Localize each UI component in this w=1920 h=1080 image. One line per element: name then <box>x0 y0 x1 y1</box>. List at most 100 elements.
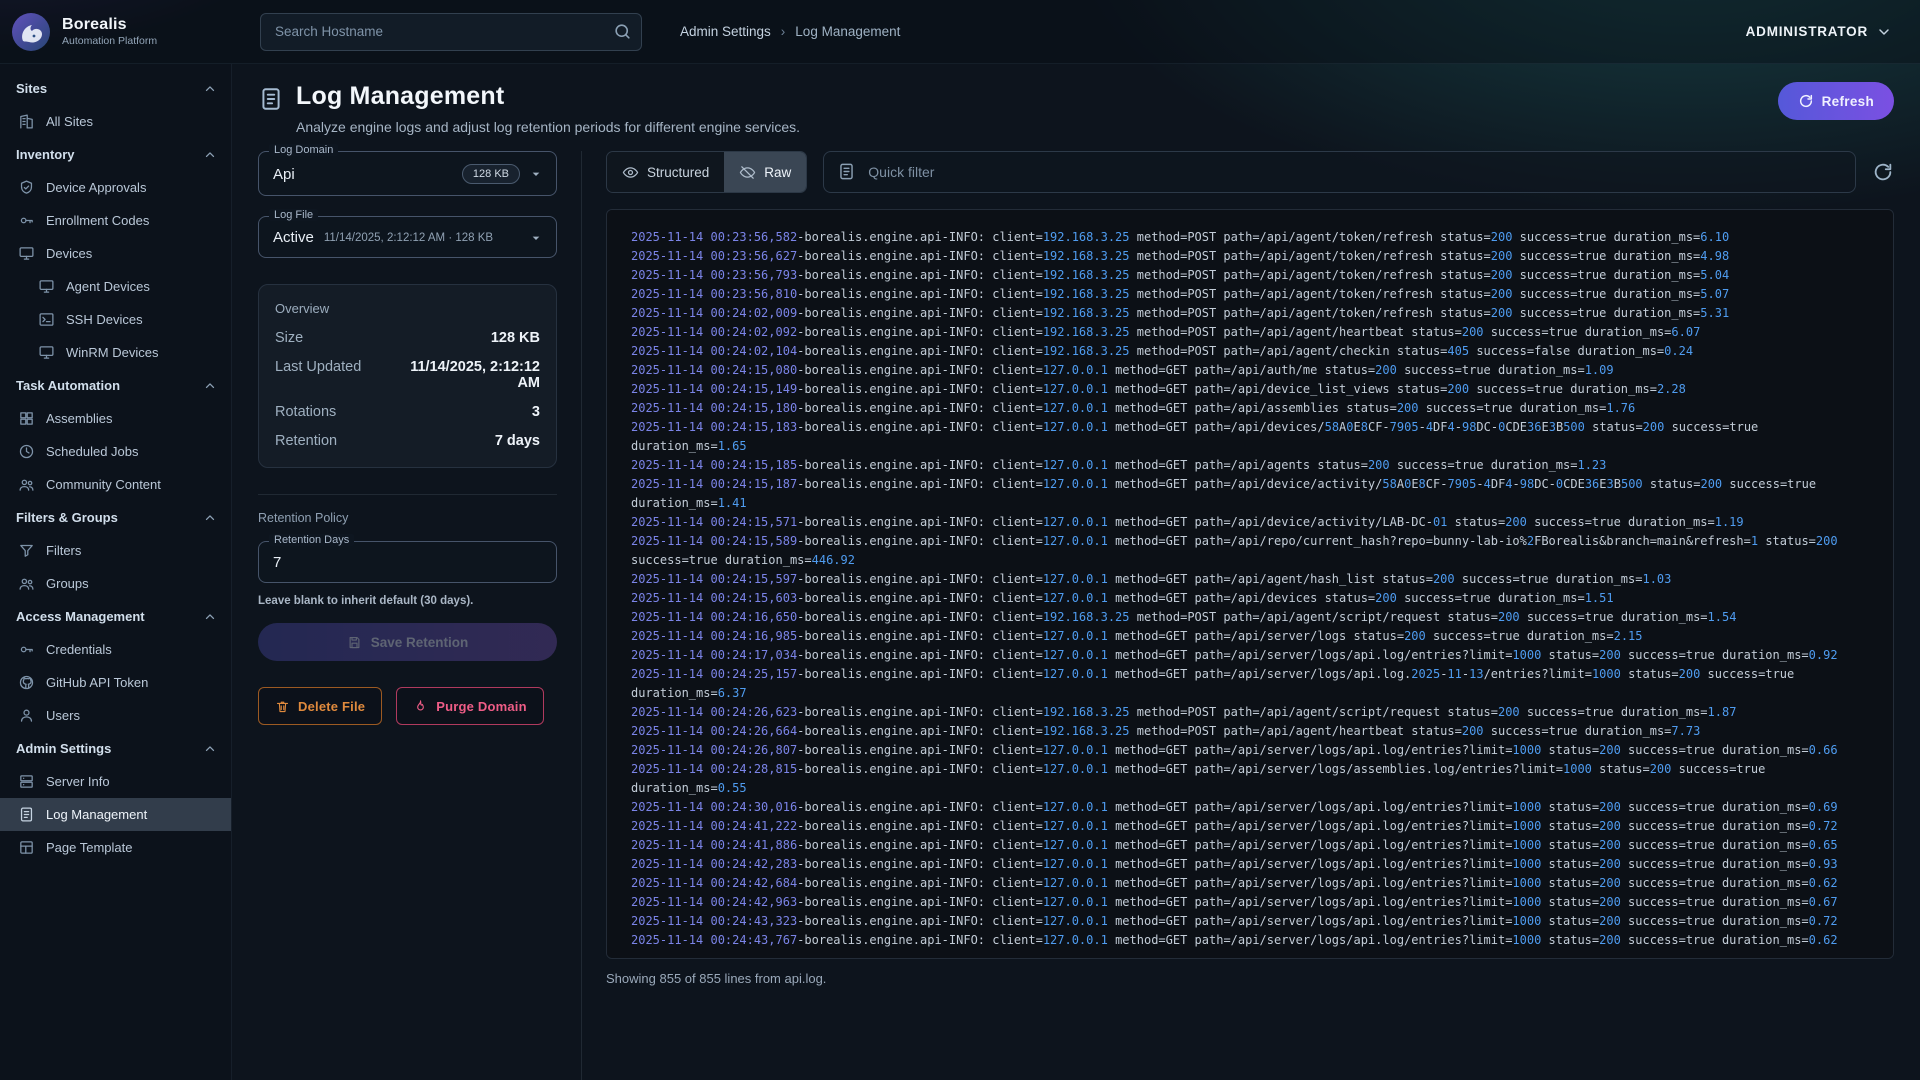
sidebar-item-label: Agent Devices <box>66 279 150 294</box>
log-line: 2025-11-14 00:24:15,185-borealis.engine.… <box>631 456 1869 475</box>
structured-view-toggle[interactable]: Structured <box>607 152 724 192</box>
sidebar-item-devices[interactable]: Devices <box>0 237 231 270</box>
sidebar-item-server-info[interactable]: Server Info <box>0 765 231 798</box>
log-line: 2025-11-14 00:24:41,222-borealis.engine.… <box>631 817 1869 836</box>
overview-label: Retention <box>275 433 337 449</box>
breadcrumb-log-management[interactable]: Log Management <box>795 24 900 39</box>
sidebar-item-label: Groups <box>46 576 89 591</box>
quick-filter-icon <box>837 162 856 181</box>
sidebar: SitesAll SitesInventory Device Approvals E… <box>0 64 232 1080</box>
trash-icon <box>275 699 290 714</box>
sidebar-item-label: Credentials <box>46 642 112 657</box>
sidebar-item-label: Log Management <box>46 807 147 822</box>
quick-filter-input[interactable] <box>823 151 1856 193</box>
sidebar-item-label: Server Info <box>46 774 110 789</box>
sidebar-item-label: Device Approvals <box>46 180 146 195</box>
sidebar-item-ssh-devices[interactable]: SSH Devices <box>0 303 231 336</box>
terminal-icon <box>38 311 55 328</box>
log-line: 2025-11-14 00:24:02,092-borealis.engine.… <box>631 323 1869 342</box>
log-file-icon <box>258 86 284 112</box>
user-menu[interactable]: ADMINISTRATOR <box>1746 24 1892 40</box>
eye-off-icon <box>739 164 756 181</box>
purge-domain-label: Purge Domain <box>436 699 527 714</box>
log-file-select[interactable]: Log File Active 11/14/2025, 2:12:12 AM ·… <box>258 216 557 258</box>
flame-icon <box>413 699 428 714</box>
grid-icon <box>18 410 35 427</box>
sidebar-item-label: Scheduled Jobs <box>46 444 139 459</box>
delete-file-label: Delete File <box>298 699 365 714</box>
user-menu-label: ADMINISTRATOR <box>1746 24 1868 39</box>
sidebar-item-enrollment-codes[interactable]: Enrollment Codes <box>0 204 231 237</box>
retention-days-field: Retention Days <box>258 541 557 583</box>
chevron-up-icon <box>203 379 217 393</box>
log-line: 2025-11-14 00:24:15,180-borealis.engine.… <box>631 399 1869 418</box>
monitor-icon <box>38 344 55 361</box>
monitor-icon <box>38 278 55 295</box>
sidebar-section-filters-groups[interactable]: Filters & Groups <box>0 501 231 534</box>
sidebar-item-log-management[interactable]: Log Management <box>0 798 231 831</box>
refresh-label: Refresh <box>1822 94 1874 109</box>
log-line: 2025-11-14 00:24:43,323-borealis.engine.… <box>631 912 1869 931</box>
overview-value: 11/14/2025, 2:12:12 AM <box>394 359 540 391</box>
log-domain-value: Api <box>273 166 295 183</box>
page-header-text: Log Management Analyze engine logs and a… <box>296 82 800 135</box>
save-retention-button[interactable]: Save Retention <box>258 623 557 661</box>
refresh-button[interactable]: Refresh <box>1778 82 1894 120</box>
sidebar-item-groups[interactable]: Groups <box>0 567 231 600</box>
log-line: 2025-11-14 00:24:15,571-borealis.engine.… <box>631 513 1869 532</box>
log-line: 2025-11-14 00:24:02,104-borealis.engine.… <box>631 342 1869 361</box>
raw-label: Raw <box>764 165 791 180</box>
sidebar-item-agent-devices[interactable]: Agent Devices <box>0 270 231 303</box>
log-line: 2025-11-14 00:23:56,793-borealis.engine.… <box>631 266 1869 285</box>
chevron-down-icon <box>1876 24 1892 40</box>
save-retention-label: Save Retention <box>371 635 469 650</box>
retention-days-input[interactable] <box>273 554 544 571</box>
log-line: 2025-11-14 00:24:15,183-borealis.engine.… <box>631 418 1869 456</box>
breadcrumb-admin-settings[interactable]: Admin Settings <box>680 24 771 39</box>
raw-view-toggle[interactable]: Raw <box>724 152 806 192</box>
log-line: 2025-11-14 00:24:42,684-borealis.engine.… <box>631 874 1869 893</box>
chevron-up-icon <box>203 82 217 96</box>
overview-label: Rotations <box>275 404 336 420</box>
log-line: 2025-11-14 00:24:15,149-borealis.engine.… <box>631 380 1869 399</box>
sidebar-item-device-approvals[interactable]: Device Approvals <box>0 171 231 204</box>
sidebar-item-assemblies[interactable]: Assemblies <box>0 402 231 435</box>
purge-domain-button[interactable]: Purge Domain <box>396 687 544 725</box>
panel-divider <box>258 494 557 495</box>
sidebar-item-label: Filters <box>46 543 81 558</box>
sidebar-item-page-template[interactable]: Page Template <box>0 831 231 864</box>
sidebar-section-inventory[interactable]: Inventory <box>0 138 231 171</box>
log-domain-select[interactable]: Log Domain Api 128 KB <box>258 151 557 196</box>
sidebar-item-winrm-devices[interactable]: WinRM Devices <box>0 336 231 369</box>
log-output[interactable]: 2025-11-14 00:23:56,582-borealis.engine.… <box>606 209 1894 959</box>
people-icon <box>18 575 35 592</box>
sidebar-section-sites[interactable]: Sites <box>0 72 231 105</box>
server-icon <box>18 773 35 790</box>
log-line: 2025-11-14 00:24:16,650-borealis.engine.… <box>631 608 1869 627</box>
clock-icon <box>18 443 35 460</box>
log-line: 2025-11-14 00:24:15,080-borealis.engine.… <box>631 361 1869 380</box>
search-input[interactable] <box>260 13 642 51</box>
sidebar-item-scheduled-jobs[interactable]: Scheduled Jobs <box>0 435 231 468</box>
brand[interactable]: Borealis Automation Platform <box>10 11 232 53</box>
sidebar-item-all-sites[interactable]: All Sites <box>0 105 231 138</box>
sidebar-item-credentials[interactable]: Credentials <box>0 633 231 666</box>
log-line: 2025-11-14 00:24:15,187-borealis.engine.… <box>631 475 1869 513</box>
delete-file-button[interactable]: Delete File <box>258 687 382 725</box>
log-domain-size-badge: 128 KB <box>462 164 520 184</box>
main-content: Log Management Analyze engine logs and a… <box>232 64 1920 1080</box>
sidebar-item-github-api-token[interactable]: GitHub API Token <box>0 666 231 699</box>
sidebar-section-admin-settings[interactable]: Admin Settings <box>0 732 231 765</box>
log-line: 2025-11-14 00:24:43,767-borealis.engine.… <box>631 931 1869 950</box>
chevron-up-icon <box>203 742 217 756</box>
sidebar-item-filters[interactable]: Filters <box>0 534 231 567</box>
sidebar-item-community-content[interactable]: Community Content <box>0 468 231 501</box>
github-icon <box>18 674 35 691</box>
sidebar-section-task-automation[interactable]: Task Automation <box>0 369 231 402</box>
sidebar-item-label: SSH Devices <box>66 312 143 327</box>
log-refresh-icon[interactable] <box>1872 161 1894 183</box>
sidebar-item-users[interactable]: Users <box>0 699 231 732</box>
overview-value: 3 <box>532 404 540 420</box>
sidebar-section-access-management[interactable]: Access Management <box>0 600 231 633</box>
retention-days-label: Retention Days <box>269 534 354 546</box>
